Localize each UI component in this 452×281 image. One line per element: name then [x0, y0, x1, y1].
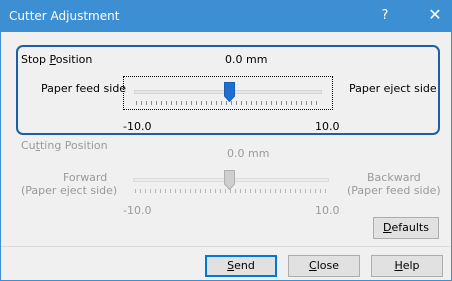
cutting-slider-thumb — [224, 170, 235, 190]
button-separator — [1, 246, 451, 247]
cutting-right-label-1: Backward — [367, 171, 421, 184]
help-button[interactable]: Help — [371, 255, 443, 277]
dialog-body: Stop Position 0.0 mm Paper feed side Pap… — [1, 32, 451, 280]
cutting-left-label-1: Forward — [63, 171, 108, 184]
cutting-left-label-2: (Paper eject side) — [21, 184, 118, 197]
stop-max-label: 10.0 — [315, 120, 340, 133]
close-icon[interactable]: ✕ — [424, 5, 446, 27]
cutting-right-label-2: (Paper feed side) — [347, 184, 441, 197]
cutting-position-label: Cutting Position — [21, 139, 108, 152]
close-button[interactable]: Close — [288, 255, 360, 277]
cutter-adjustment-dialog: Cutter Adjustment ? ✕ Stop Position 0.0 … — [0, 0, 452, 281]
stop-min-label: -10.0 — [123, 120, 152, 133]
cutting-position-value: 0.0 mm — [227, 147, 270, 160]
help-title-button[interactable]: ? — [375, 8, 395, 26]
defaults-button[interactable]: Defaults — [373, 217, 439, 239]
stop-left-label: Paper feed side — [41, 82, 127, 95]
cutting-max-label: 10.0 — [315, 204, 340, 217]
cutting-min-label: -10.0 — [123, 204, 152, 217]
send-button[interactable]: Send — [205, 255, 277, 277]
stop-position-label: Stop Position — [21, 53, 93, 66]
stop-position-value: 0.0 mm — [225, 53, 268, 66]
stop-slider-thumb[interactable] — [224, 82, 235, 102]
stop-position-slider[interactable] — [123, 76, 333, 110]
window-title: Cutter Adjustment — [9, 9, 120, 23]
title-bar[interactable]: Cutter Adjustment ? ✕ — [1, 1, 451, 32]
stop-right-label: Paper eject side — [349, 82, 437, 95]
